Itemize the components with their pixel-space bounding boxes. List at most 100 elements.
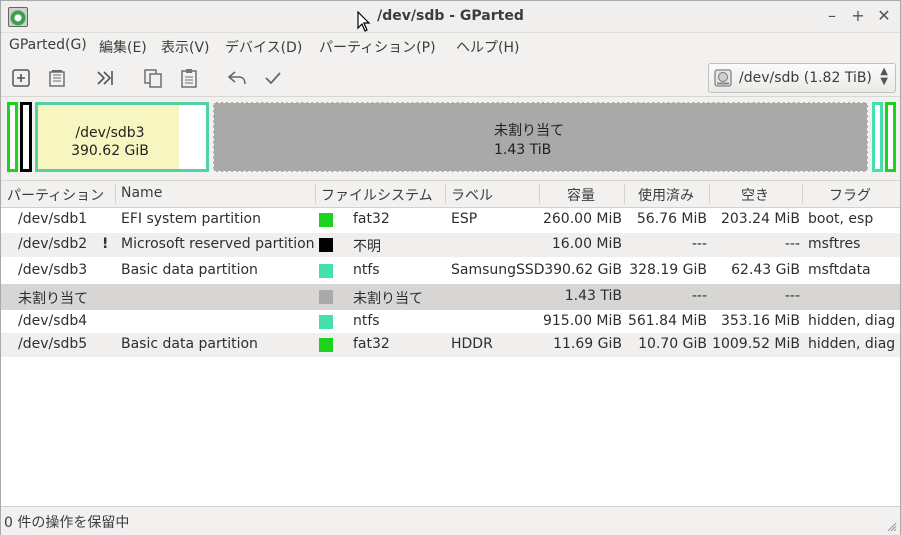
header-name[interactable]: Name <box>121 185 162 201</box>
cell-name: Microsoft reserved partition <box>121 236 315 252</box>
maximize-icon[interactable]: + <box>847 5 869 27</box>
pending-operations-status: 0 件の操作を保留中 <box>4 515 130 531</box>
cell-name: EFI system partition <box>121 211 261 227</box>
diskmap-unallocated-name: 未割り当て <box>494 123 564 139</box>
cell-flags: hidden, diag <box>808 336 896 352</box>
table-row[interactable]: /dev/sdb5 Basic data partition fat32 HDD… <box>1 333 900 357</box>
menu-bar: GParted(G) 編集(E) 表示(V) デバイス(D) パーティション(P… <box>1 33 900 59</box>
table-row[interactable]: /dev/sdb4 ntfs 915.00 MiB 561.84 MiB 353… <box>1 310 900 334</box>
window-title: /dev/sdb - GParted <box>377 8 524 24</box>
cell-filesystem: ntfs <box>353 262 380 278</box>
hard-disk-icon <box>714 69 732 87</box>
menu-gparted[interactable]: GParted(G) <box>9 37 87 53</box>
header-filesystem[interactable]: ファイルシステム <box>321 185 433 205</box>
cell-used: 56.76 MiB <box>636 211 707 227</box>
cell-label: HDDR <box>451 336 493 352</box>
cell-size: 390.62 GiB <box>544 262 622 278</box>
fs-color-swatch <box>319 213 333 227</box>
cell-name: Basic data partition <box>121 262 258 278</box>
fs-color-swatch <box>319 315 333 329</box>
cell-filesystem: 未割り当て <box>353 291 423 307</box>
title-bar: /dev/sdb - GParted – + ✕ <box>1 1 900 33</box>
fs-color-swatch <box>319 264 333 278</box>
diskmap-sdb1[interactable] <box>7 102 18 172</box>
minimize-icon[interactable]: – <box>821 5 843 27</box>
delete-icon[interactable] <box>46 67 68 89</box>
copy-icon[interactable] <box>142 67 164 89</box>
new-icon[interactable] <box>10 67 32 89</box>
cell-label: SamsungSSD <box>451 262 545 278</box>
diskmap-sdb2[interactable] <box>20 102 32 172</box>
header-used[interactable]: 使用済み <box>638 185 694 205</box>
undo-icon[interactable] <box>226 67 248 89</box>
cell-partition: /dev/sdb3 <box>18 262 88 278</box>
table-row[interactable]: /dev/sdb3 Basic data partition ntfs Sams… <box>1 259 900 283</box>
menu-edit[interactable]: 編集(E) <box>99 37 147 57</box>
header-free[interactable]: 空き <box>741 185 769 205</box>
cell-size: 260.00 MiB <box>542 211 622 227</box>
cell-free: 203.24 MiB <box>720 211 800 227</box>
resize-move-icon[interactable] <box>94 67 116 89</box>
cell-flags: msftres <box>808 236 861 252</box>
cell-partition: /dev/sdb5 <box>18 336 88 352</box>
cell-filesystem: ntfs <box>353 313 380 329</box>
close-icon[interactable]: ✕ <box>873 5 895 27</box>
disk-map: /dev/sdb3 390.62 GiB 未割り当て 1.43 TiB <box>1 97 900 175</box>
device-selector-label: /dev/sdb (1.82 TiB) <box>739 70 872 86</box>
status-bar: 0 件の操作を保留中 <box>1 506 900 535</box>
warning-icon: ! <box>102 236 109 252</box>
cell-used: 561.84 MiB <box>627 313 707 329</box>
toolbar: /dev/sdb (1.82 TiB) ▲ ▼ <box>1 60 900 97</box>
cell-partition: /dev/sdb2 <box>18 236 88 252</box>
cell-filesystem: fat32 <box>353 211 390 227</box>
chevron-updown-icon: ▲ ▼ <box>880 66 888 87</box>
cell-partition: 未割り当て <box>18 291 88 307</box>
fs-color-swatch <box>319 290 333 304</box>
cell-free: 62.43 GiB <box>731 262 800 278</box>
cell-partition: /dev/sdb4 <box>18 313 88 329</box>
cell-free: --- <box>784 236 800 252</box>
diskmap-sdb4[interactable] <box>872 102 883 172</box>
diskmap-sdb3-size: 390.62 GiB <box>71 143 149 159</box>
menu-help[interactable]: ヘルプ(H) <box>456 37 519 57</box>
menu-device[interactable]: デバイス(D) <box>225 37 302 57</box>
partition-table: パーティション Name ファイルシステム ラベル 容量 使用済み 空き フラグ… <box>1 180 900 506</box>
table-row-selected[interactable]: 未割り当て 未割り当て 1.43 TiB --- --- <box>1 284 900 310</box>
cell-used: 10.70 GiB <box>638 336 707 352</box>
cell-flags: hidden, diag <box>808 313 896 329</box>
cell-size: 16.00 MiB <box>551 236 622 252</box>
fs-color-swatch <box>319 238 333 252</box>
header-label[interactable]: ラベル <box>451 185 493 205</box>
cell-size: 915.00 MiB <box>542 313 622 329</box>
cell-free: 1009.52 MiB <box>712 336 800 352</box>
cell-label: ESP <box>451 211 478 227</box>
apply-icon[interactable] <box>262 67 284 89</box>
menu-partition[interactable]: パーティション(P) <box>319 37 436 57</box>
cell-filesystem: 不明 <box>353 239 381 255</box>
diskmap-unallocated[interactable]: 未割り当て 1.43 TiB <box>213 102 868 172</box>
gparted-window: /dev/sdb - GParted – + ✕ GParted(G) 編集(E… <box>0 0 901 535</box>
cell-flags: msftdata <box>808 262 871 278</box>
diskmap-sdb3-name: /dev/sdb3 <box>75 125 145 141</box>
cell-partition: /dev/sdb1 <box>18 211 88 227</box>
cell-used: 328.19 GiB <box>629 262 707 278</box>
paste-icon[interactable] <box>178 67 200 89</box>
diskmap-sdb5[interactable] <box>885 102 896 172</box>
table-header: パーティション Name ファイルシステム ラベル 容量 使用済み 空き フラグ <box>1 181 900 208</box>
table-row[interactable]: /dev/sdb2 ! Microsoft reserved partition… <box>1 233 900 257</box>
resize-grip-icon[interactable] <box>887 522 897 532</box>
cell-filesystem: fat32 <box>353 336 390 352</box>
diskmap-sdb3[interactable]: /dev/sdb3 390.62 GiB <box>35 102 209 172</box>
mouse-cursor-icon <box>357 11 371 32</box>
header-size[interactable]: 容量 <box>567 185 595 205</box>
cell-size: 11.69 GiB <box>553 336 622 352</box>
cell-used: --- <box>691 288 707 304</box>
header-partition[interactable]: パーティション <box>7 185 104 205</box>
cell-free: --- <box>784 288 800 304</box>
device-selector[interactable]: /dev/sdb (1.82 TiB) ▲ ▼ <box>708 63 896 93</box>
header-flags[interactable]: フラグ <box>829 185 871 205</box>
cell-free: 353.16 MiB <box>720 313 800 329</box>
menu-view[interactable]: 表示(V) <box>161 37 210 57</box>
table-row[interactable]: /dev/sdb1 EFI system partition fat32 ESP… <box>1 208 900 232</box>
cell-name: Basic data partition <box>121 336 258 352</box>
